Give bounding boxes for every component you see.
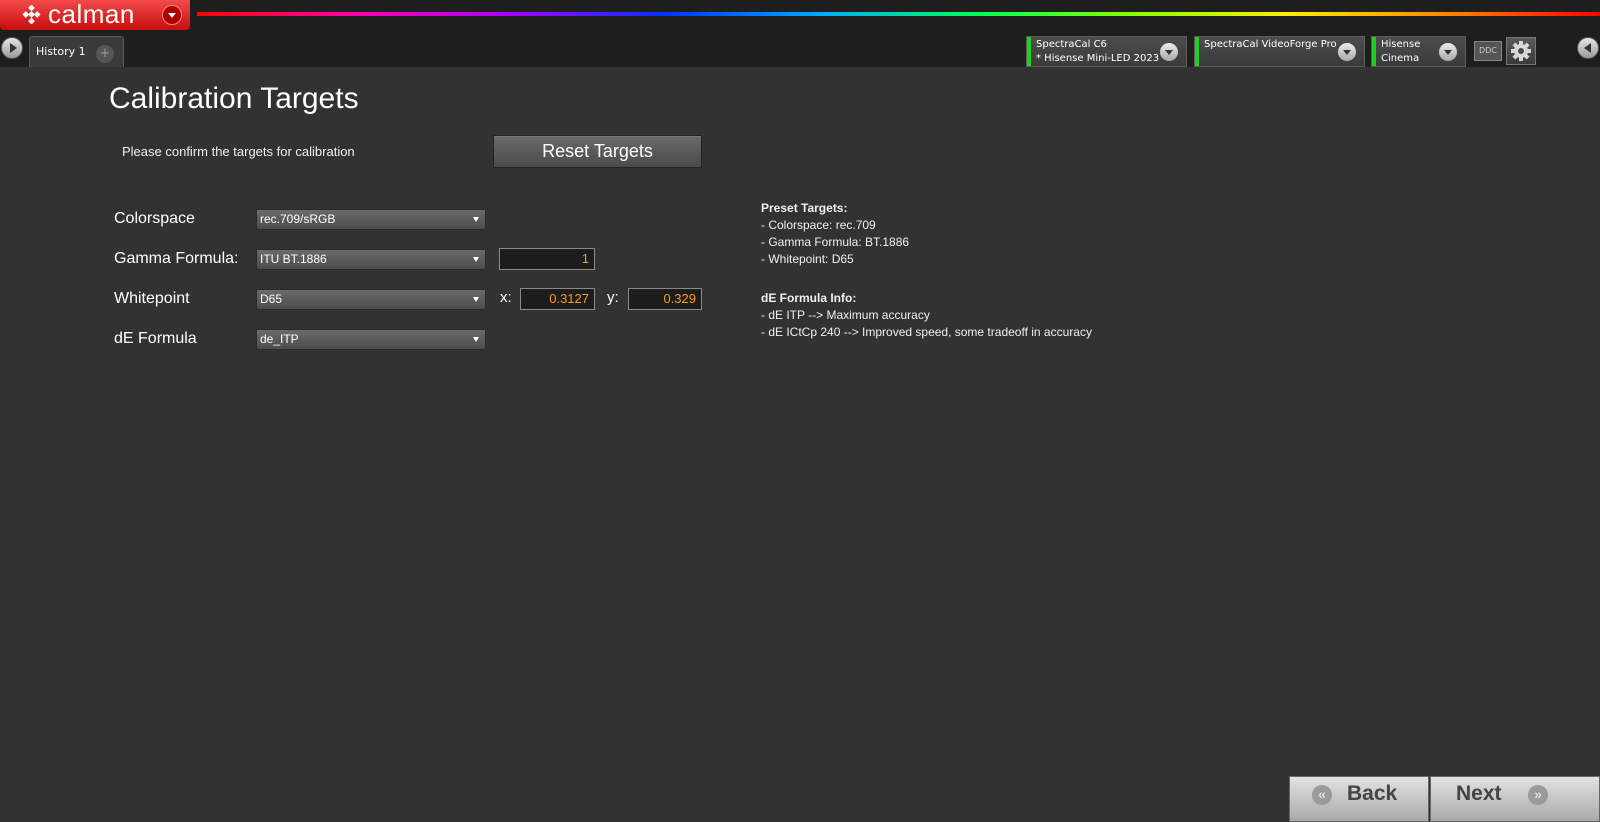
tab-label: History 1 [36, 45, 86, 58]
gamma-formula-label: Gamma Formula: [114, 250, 239, 267]
double-chevron-right-icon: » [1528, 785, 1548, 805]
tab-bar: History 1 + SpectraCal C6 * Hisense Mini… [0, 30, 1600, 67]
settings-button[interactable] [1506, 37, 1536, 65]
whitepoint-value: D65 [260, 292, 283, 306]
back-button[interactable]: « Back [1289, 776, 1429, 822]
top-bar: calman [0, 0, 1600, 30]
preset-targets-heading: Preset Targets: [761, 201, 848, 215]
whitepoint-select[interactable]: D65 [256, 289, 486, 310]
chevron-down-icon[interactable] [162, 5, 182, 25]
next-label: Next [1456, 782, 1502, 805]
device-name: SpectraCal C6 [1036, 39, 1107, 50]
preset-line: - Gamma Formula: BT.1886 [761, 235, 910, 249]
gamma-value-input[interactable]: 1 [499, 248, 595, 270]
chevron-down-icon[interactable] [1439, 43, 1457, 61]
status-led [1027, 37, 1031, 66]
brand-name: calman [48, 0, 135, 29]
de-formula-label: dE Formula [114, 330, 197, 347]
preset-line: - Whitepoint: D65 [761, 252, 854, 266]
whitepoint-y-input[interactable]: 0.329 [628, 288, 702, 310]
whitepoint-label: Whitepoint [114, 290, 190, 307]
chevron-down-icon [473, 337, 479, 342]
add-tab-button[interactable]: + [96, 45, 114, 63]
chevron-down-icon[interactable] [1338, 43, 1356, 61]
double-chevron-left-icon: « [1312, 785, 1332, 805]
tab-history-1[interactable]: History 1 + [29, 36, 124, 67]
chevron-left-icon[interactable] [1577, 37, 1599, 59]
calman-logo-icon [22, 5, 41, 24]
de-formula-select[interactable]: de_ITP [256, 329, 486, 350]
back-label: Back [1347, 782, 1398, 805]
device-name: Hisense [1381, 39, 1421, 50]
chevron-down-icon [473, 257, 479, 262]
device-profile: Cinema [1381, 53, 1420, 64]
colorspace-label: Colorspace [114, 210, 195, 227]
rainbow-stripe [197, 12, 1600, 16]
whitepoint-x-input[interactable]: 0.3127 [520, 288, 595, 310]
chevron-down-icon [473, 297, 479, 302]
device-profile: * Hisense Mini-LED 2023 [1036, 53, 1160, 64]
status-led [1195, 37, 1199, 66]
de-info-line: - dE ITP --> Maximum accuracy [761, 308, 930, 322]
page-title: Calibration Targets [109, 82, 359, 115]
chevron-down-icon[interactable] [1160, 43, 1178, 61]
play-icon[interactable] [1, 37, 23, 59]
de-formula-info-heading: dE Formula Info: [761, 291, 857, 305]
meter-device-selector[interactable]: SpectraCal C6 * Hisense Mini-LED 2023 [1026, 36, 1187, 67]
de-formula-value: de_ITP [260, 332, 299, 346]
de-info-line: - dE ICtCp 240 --> Improved speed, some … [761, 325, 1092, 339]
source-device-selector[interactable]: SpectraCal VideoForge Pro [1194, 36, 1365, 67]
chevron-down-icon [473, 217, 479, 222]
gamma-formula-select[interactable]: ITU BT.1886 [256, 249, 486, 270]
device-name: SpectraCal VideoForge Pro [1204, 39, 1337, 50]
colorspace-value: rec.709/sRGB [260, 212, 336, 226]
whitepoint-y-label: y: [607, 289, 619, 306]
whitepoint-x-label: x: [500, 289, 512, 306]
display-device-selector[interactable]: Hisense Cinema [1371, 36, 1466, 67]
ddc-icon[interactable]: DDC [1474, 41, 1502, 61]
preset-line: - Colorspace: rec.709 [761, 218, 876, 232]
status-led [1372, 37, 1376, 66]
reset-targets-button[interactable]: Reset Targets [493, 135, 702, 168]
next-button[interactable]: Next » [1430, 776, 1600, 822]
gamma-formula-value: ITU BT.1886 [260, 252, 327, 266]
colorspace-select[interactable]: rec.709/sRGB [256, 209, 486, 230]
confirm-instructions: Please confirm the targets for calibrati… [122, 144, 355, 159]
calman-menu-button[interactable]: calman [0, 0, 190, 30]
gear-icon [1511, 41, 1531, 61]
